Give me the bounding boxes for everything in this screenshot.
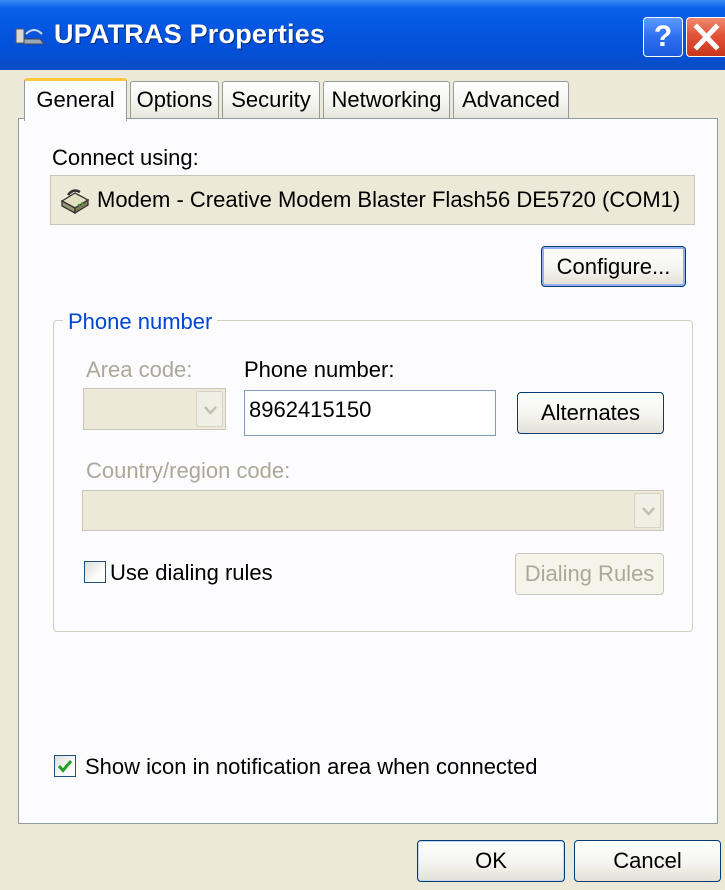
- show-icon-checkbox[interactable]: [54, 755, 76, 777]
- phone-number-group-title: Phone number: [63, 309, 218, 335]
- properties-dialog: UPATRAS Properties ? General Options Sec…: [0, 0, 725, 890]
- show-icon-label: Show icon in notification area when conn…: [85, 754, 538, 779]
- tab-networking[interactable]: Networking: [323, 81, 450, 119]
- title-bar[interactable]: UPATRAS Properties ?: [0, 0, 725, 70]
- close-button[interactable]: [686, 17, 725, 57]
- use-dialing-rules-checkbox[interactable]: [84, 561, 106, 583]
- phone-number-input[interactable]: 8962415150: [244, 390, 496, 436]
- close-icon: [693, 23, 720, 51]
- alternates-button[interactable]: Alternates: [517, 392, 664, 434]
- chevron-down-icon: [642, 507, 655, 516]
- tab-options[interactable]: Options: [130, 81, 219, 119]
- tab-general[interactable]: General: [24, 78, 127, 121]
- connect-using-label: Connect using:: [52, 145, 199, 170]
- country-region-select: [82, 490, 664, 531]
- area-code-select: [83, 388, 226, 430]
- area-code-label: Area code:: [86, 357, 193, 382]
- phone-number-label: Phone number:: [244, 357, 395, 382]
- use-dialing-rules-label: Use dialing rules: [110, 560, 273, 585]
- device-name: Modem - Creative Modem Blaster Flash56 D…: [97, 187, 681, 212]
- device-list[interactable]: Modem - Creative Modem Blaster Flash56 D…: [50, 175, 695, 225]
- tab-security[interactable]: Security: [222, 81, 320, 119]
- dialing-rules-button: Dialing Rules: [515, 553, 664, 595]
- window-title: UPATRAS Properties: [54, 19, 326, 49]
- cancel-button[interactable]: Cancel: [574, 840, 721, 882]
- ok-button[interactable]: OK: [417, 840, 565, 882]
- modem-icon: [60, 189, 90, 215]
- country-region-label: Country/region code:: [86, 458, 291, 483]
- tab-advanced[interactable]: Advanced: [453, 81, 569, 119]
- phone-number-value: 8962415150: [249, 397, 372, 422]
- dialup-connection-icon: [15, 28, 46, 45]
- chevron-down-icon: [204, 406, 217, 415]
- help-button[interactable]: ?: [643, 17, 683, 57]
- configure-button[interactable]: Configure...: [541, 246, 686, 287]
- checkmark-icon: [57, 760, 73, 773]
